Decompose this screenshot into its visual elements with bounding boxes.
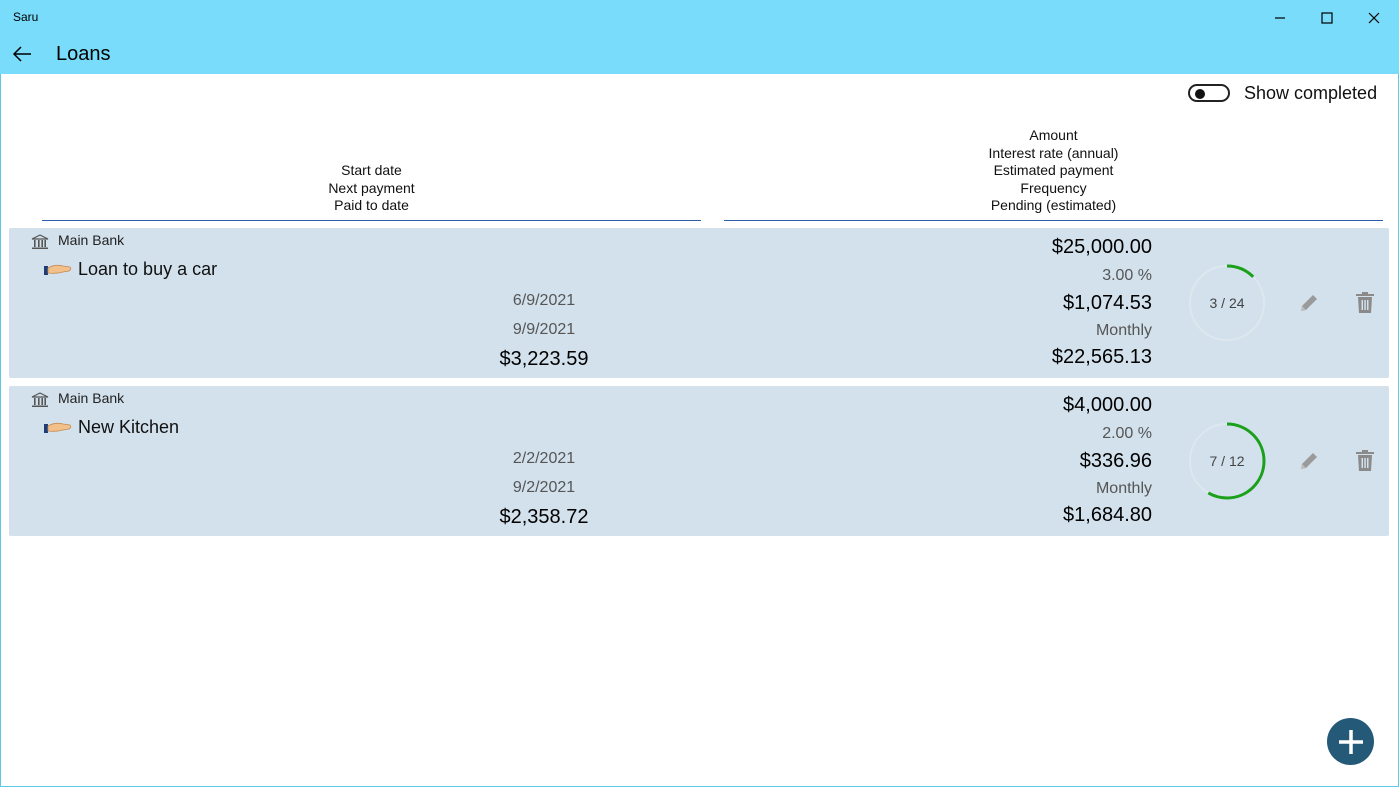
pending-amount: $22,565.13	[1051, 346, 1152, 368]
start-date: 6/9/2021	[512, 292, 576, 309]
bank-icon	[31, 234, 49, 249]
loan-amount: $4,000.00	[1063, 394, 1152, 416]
app-title: Saru	[13, 10, 39, 24]
bank-icon	[31, 392, 49, 407]
bank-name: Main Bank	[58, 390, 125, 406]
maximize-button[interactable]	[1304, 4, 1350, 32]
paid-to-date: $2,358.72	[499, 506, 589, 528]
loan-name: New Kitchen	[78, 417, 180, 437]
header-start-date: Start date	[341, 162, 402, 178]
pending-amount: $1,684.80	[1063, 504, 1152, 526]
delete-loan-button[interactable]	[1351, 289, 1379, 317]
toggle-knob	[1195, 89, 1205, 99]
left-column-header: Start date Next payment Paid to date	[42, 162, 701, 215]
maximize-icon	[1321, 12, 1333, 24]
handshake-icon	[44, 264, 72, 275]
arrow-left-icon	[12, 46, 31, 62]
minimize-button[interactable]	[1257, 4, 1303, 32]
progress-label: 3 / 24	[1209, 295, 1245, 311]
page-title: Loans	[56, 43, 111, 65]
handshake-icon	[44, 422, 72, 433]
header-amount: Amount	[1029, 127, 1078, 143]
bank-name: Main Bank	[58, 232, 125, 248]
right-header-rule	[724, 220, 1383, 221]
show-completed-label: Show completed	[1244, 82, 1378, 103]
paid-to-date: $3,223.59	[499, 348, 589, 370]
back-button[interactable]	[8, 42, 36, 66]
payment-frequency: Monthly	[1095, 322, 1152, 339]
delete-loan-button[interactable]	[1351, 447, 1379, 475]
loan-amount: $25,000.00	[1051, 236, 1152, 258]
interest-rate: 2.00 %	[1102, 425, 1152, 442]
edit-loan-button[interactable]	[1295, 289, 1323, 317]
plus-icon	[1338, 729, 1363, 754]
header-paid-to-date: Paid to date	[334, 197, 409, 213]
close-icon	[1368, 12, 1380, 24]
loan-card[interactable]: Main Bank New Kitchen 2/2/2021 9/2/2021 …	[9, 386, 1389, 536]
header-estimated-payment: Estimated payment	[993, 162, 1114, 178]
pencil-icon	[1301, 453, 1317, 469]
header-pending: Pending (estimated)	[990, 197, 1117, 213]
start-date: 2/2/2021	[512, 450, 576, 467]
left-header-rule	[42, 220, 701, 221]
payment-progress-ring: 7 / 12	[1187, 421, 1267, 501]
minimize-icon	[1275, 17, 1285, 19]
trash-icon	[1356, 292, 1374, 313]
loan-name: Loan to buy a car	[78, 259, 218, 279]
toggle-switch[interactable]	[1188, 84, 1230, 102]
show-completed-toggle[interactable]: Show completed	[1188, 82, 1377, 104]
edit-loan-button[interactable]	[1295, 447, 1323, 475]
close-button[interactable]	[1351, 4, 1397, 32]
payment-frequency: Monthly	[1095, 480, 1152, 497]
next-payment: 9/9/2021	[512, 321, 576, 338]
estimated-payment: $1,074.53	[1063, 292, 1152, 314]
title-bar: Saru Loans	[0, 0, 1399, 74]
header-frequency: Frequency	[1020, 179, 1087, 196]
pencil-icon	[1301, 295, 1317, 311]
interest-rate: 3.00 %	[1102, 267, 1152, 284]
add-loan-button[interactable]	[1327, 718, 1374, 765]
progress-label: 7 / 12	[1209, 453, 1245, 469]
right-column-header: Amount Interest rate (annual) Estimated …	[724, 127, 1383, 215]
estimated-payment: $336.96	[1079, 450, 1152, 472]
trash-icon	[1356, 450, 1374, 471]
header-next-payment: Next payment	[328, 179, 415, 196]
header-interest-rate: Interest rate (annual)	[988, 144, 1119, 161]
loan-card[interactable]: Main Bank Loan to buy a car 6/9/2021 9/9…	[9, 228, 1389, 378]
payment-progress-ring: 3 / 24	[1187, 263, 1267, 343]
next-payment: 9/2/2021	[512, 479, 576, 496]
